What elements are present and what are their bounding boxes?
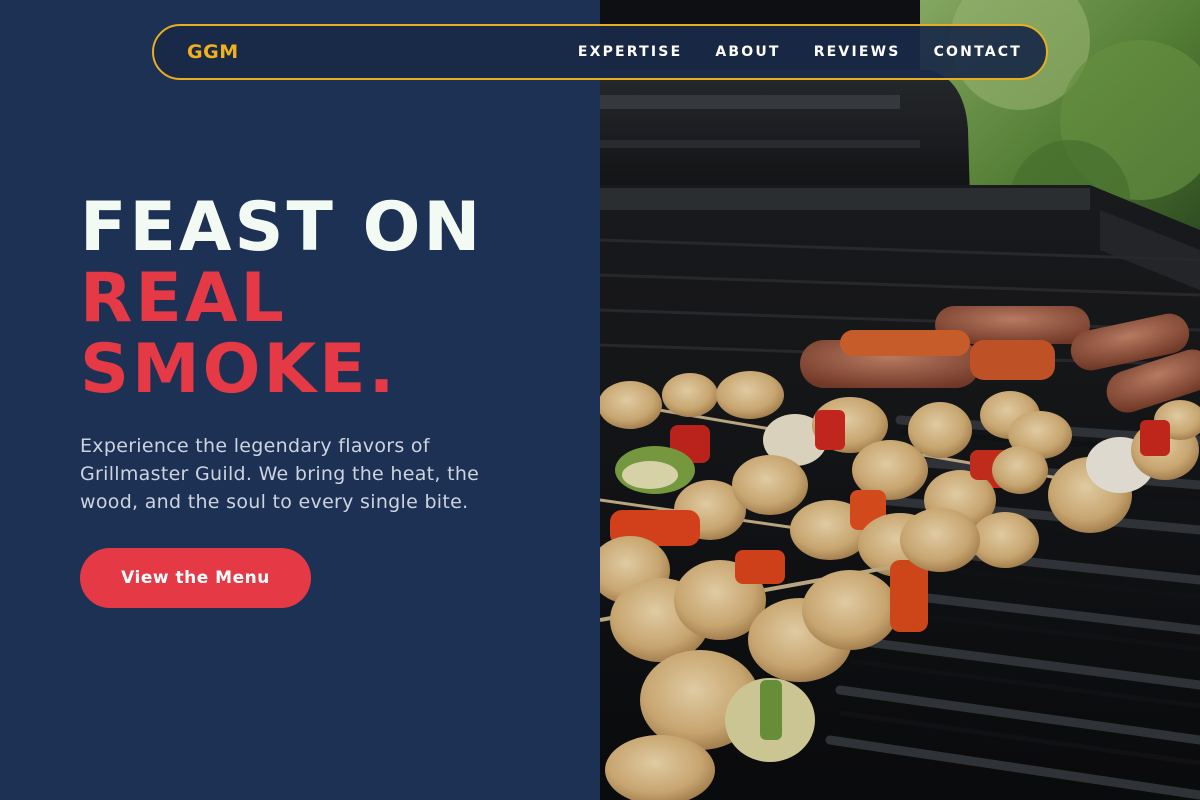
view-menu-button[interactable]: View the Menu	[80, 548, 311, 608]
hero-grill-image	[600, 0, 1200, 800]
hero-subtitle: Experience the legendary flavors of Gril…	[80, 435, 480, 513]
headline-line-2: REAL	[80, 259, 287, 338]
headline-line-3: SMOKE.	[80, 330, 398, 409]
nav-link-reviews[interactable]: REVIEWS	[814, 44, 901, 60]
nav-link-contact[interactable]: CONTACT	[934, 44, 1022, 60]
hero-headline: FEAST ON REAL SMOKE.	[80, 192, 483, 405]
nav-link-expertise[interactable]: EXPERTISE	[578, 44, 683, 60]
nav-link-about[interactable]: ABOUT	[715, 44, 780, 60]
top-navbar: GGM EXPERTISE ABOUT REVIEWS CONTACT	[152, 24, 1048, 80]
headline-line-1: FEAST ON	[80, 188, 484, 267]
logo-link[interactable]: GGM	[187, 26, 239, 78]
nav-links: EXPERTISE ABOUT REVIEWS CONTACT	[578, 26, 1022, 78]
